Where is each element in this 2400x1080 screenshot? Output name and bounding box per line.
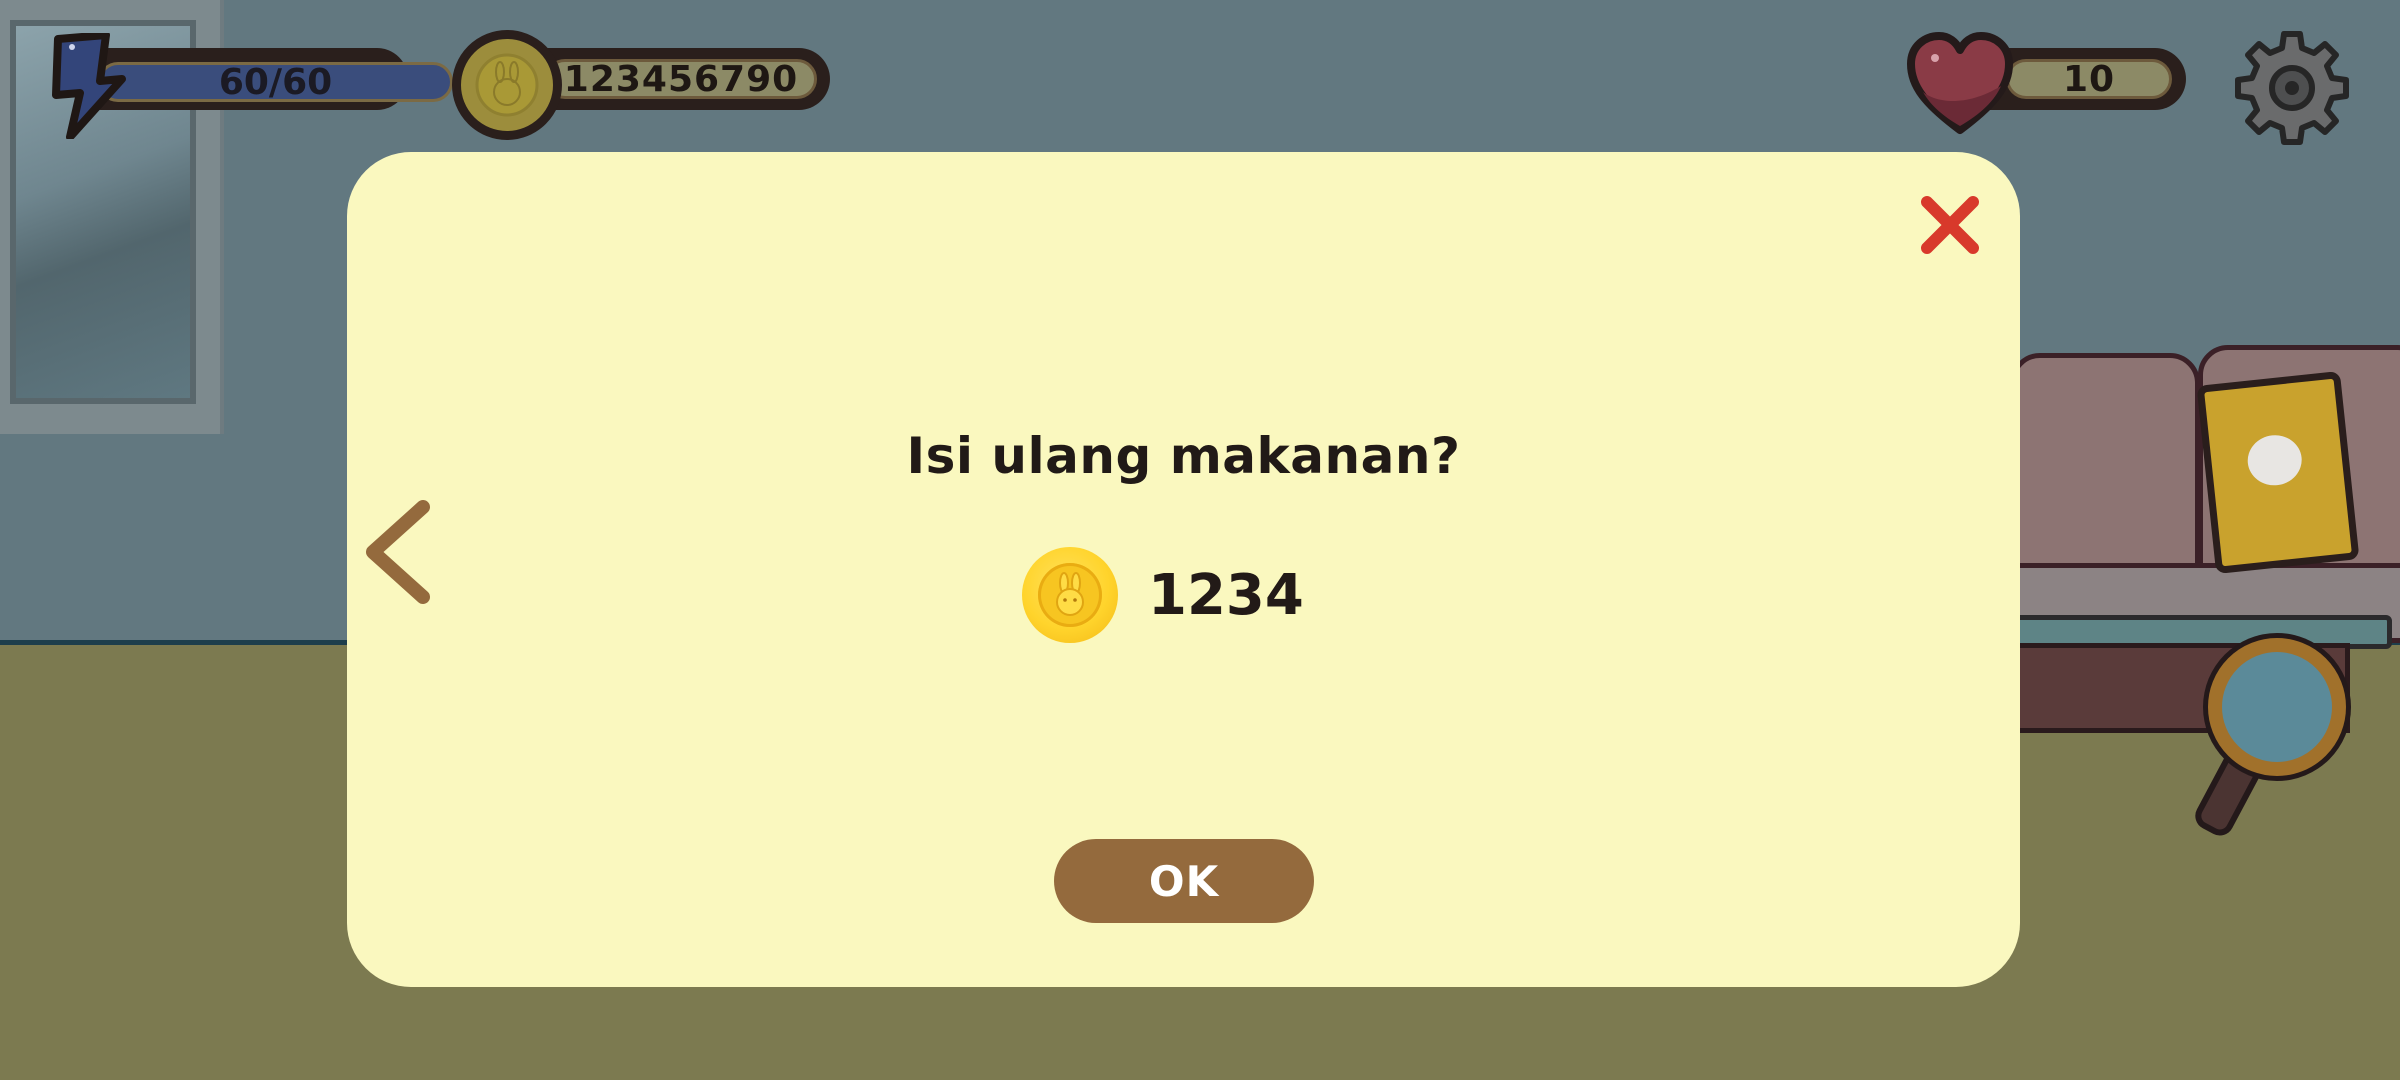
ok-button[interactable]: OK: [1054, 839, 1314, 923]
price-row: 1234: [1022, 545, 1304, 645]
refill-food-dialog: Isi ulang makanan? 1234 OK: [347, 152, 2020, 987]
chevron-left-icon[interactable]: [355, 497, 445, 607]
close-x-icon[interactable]: [1917, 192, 1983, 258]
bunny-coin-icon: [1022, 547, 1118, 643]
price-value: 1234: [1148, 562, 1304, 628]
dialog-title: Isi ulang makanan?: [906, 427, 1461, 485]
